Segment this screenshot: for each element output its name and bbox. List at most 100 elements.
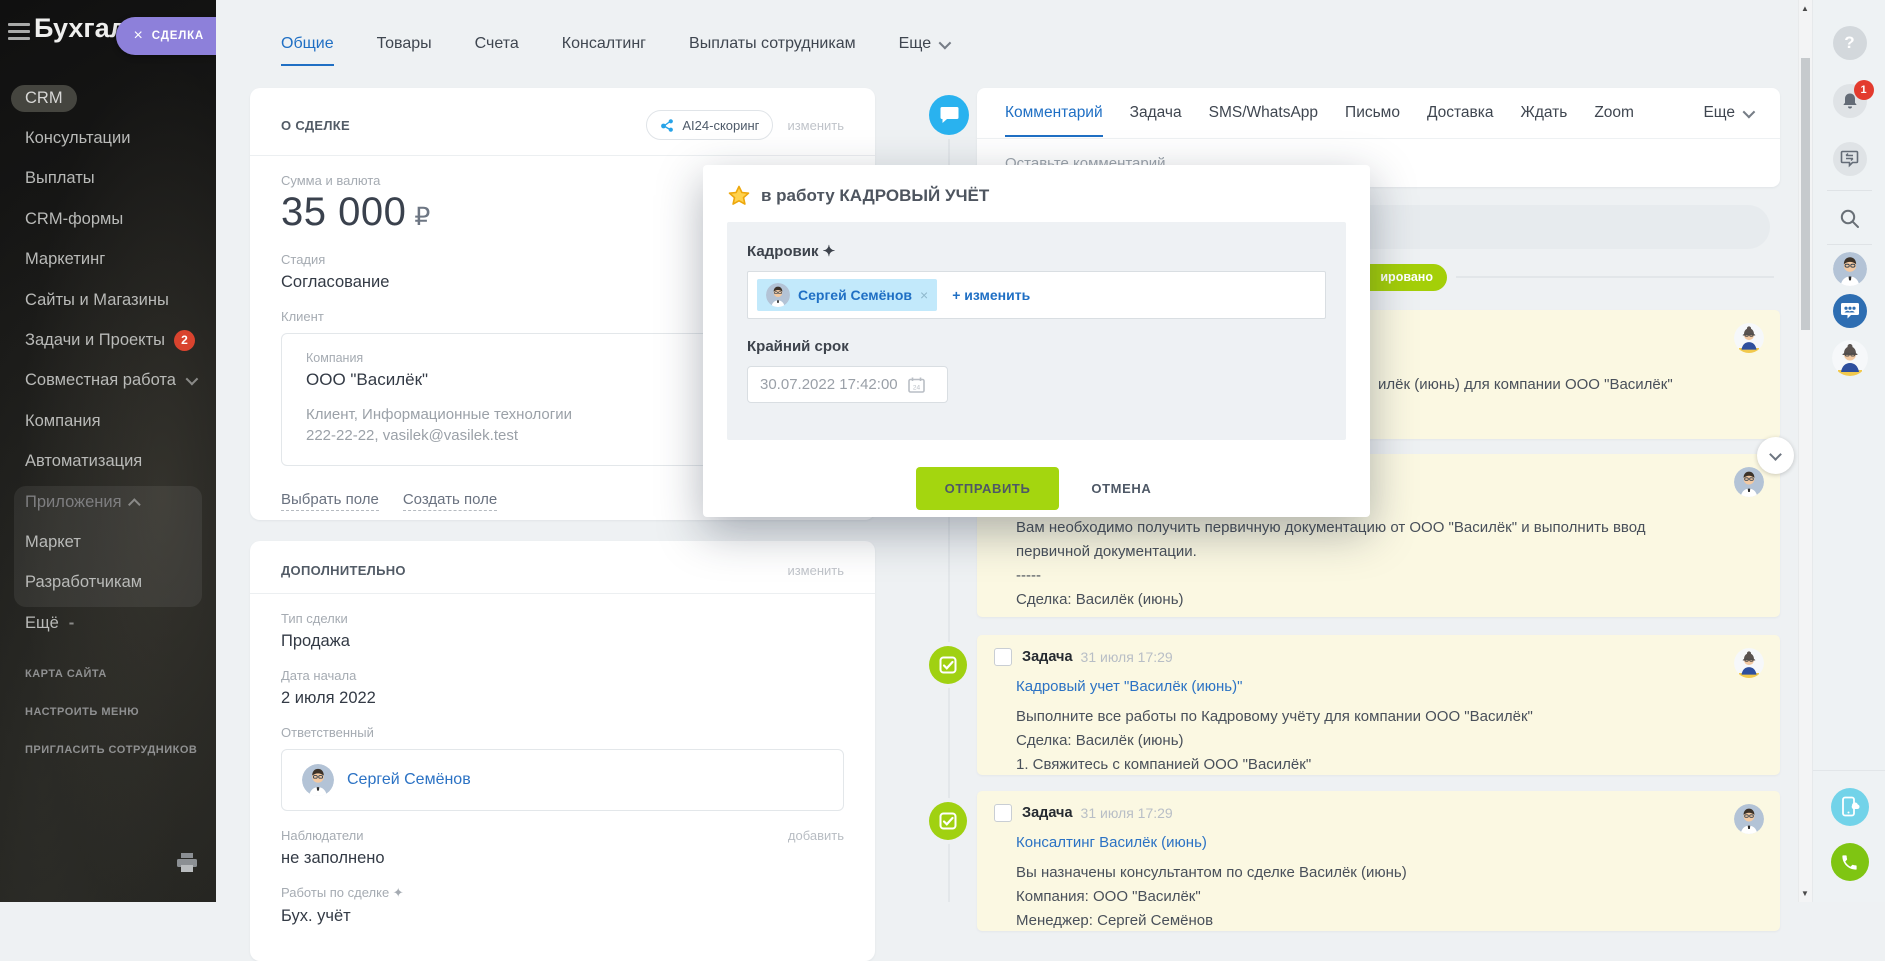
feed-tab-more[interactable]: Еще xyxy=(1703,104,1752,122)
sidebar-item[interactable]: Маркет xyxy=(0,522,216,562)
sidebar-item[interactable]: CRM-формы xyxy=(0,199,216,239)
feed-tab[interactable]: SMS/WhatsApp xyxy=(1209,104,1318,122)
sidebar-item[interactable]: Компания xyxy=(0,401,216,441)
task-start-modal: в работу КАДРОВЫЙ УЧЁТ Кадровик ✦ Сергей… xyxy=(703,165,1370,517)
feed-tab[interactable]: Zoom xyxy=(1594,104,1634,122)
ai-molecule-icon xyxy=(660,118,675,133)
sidebar: Бухгалтер × СДЕЛКА CRMКонсультацииВыплат… xyxy=(0,0,216,902)
responsible-box[interactable]: Сергей Семёнов xyxy=(281,749,844,811)
scrollbar-thumb[interactable] xyxy=(1801,58,1810,330)
chevron-down-icon xyxy=(1769,448,1782,461)
sidebar-item[interactable]: Ещё - xyxy=(0,603,216,643)
task-checkbox[interactable] xyxy=(994,804,1012,822)
task-title-link[interactable]: Консалтинг Василёк (июнь) xyxy=(1016,834,1207,851)
sidebar-item[interactable]: Задачи и Проекты2 xyxy=(0,320,216,360)
responsible-name-link[interactable]: Сергей Семёнов xyxy=(347,771,471,789)
smartphone-cloud-icon xyxy=(1840,796,1860,818)
card-text-line: 1. Свяжитесь с компанией ООО "Василёк" xyxy=(1016,753,1533,777)
sidebar-item[interactable]: CRM xyxy=(0,78,216,118)
sidebar-item[interactable]: Совместная работа xyxy=(0,361,216,401)
message-history-button[interactable] xyxy=(1833,142,1867,176)
scrollbar-down-icon[interactable]: ▼ xyxy=(1801,889,1809,898)
ai-scoring-label: AI24-скоринг xyxy=(682,118,759,133)
close-icon[interactable]: × xyxy=(133,28,142,44)
card-text-line: Вам необходимо получить первичную докуме… xyxy=(1016,516,1716,564)
deal-tab[interactable]: Еще xyxy=(899,35,949,53)
sidebar-item[interactable]: Сайты и Магазины xyxy=(0,280,216,320)
assignee-field[interactable]: Сергей Семёнов × + изменить xyxy=(747,271,1326,319)
deal-tab[interactable]: Консалтинг xyxy=(562,35,646,53)
dash-icon: - xyxy=(69,614,75,633)
avatar[interactable] xyxy=(1833,252,1867,286)
feed-tab[interactable]: Задача xyxy=(1130,104,1182,122)
card-text-line: Компания: ООО "Василёк" xyxy=(1016,885,1407,909)
people-chat-icon xyxy=(1840,302,1860,321)
submit-button[interactable]: ОТПРАВИТЬ xyxy=(916,467,1060,510)
deadline-input[interactable]: 30.07.2022 17:42:00 24 xyxy=(747,366,948,403)
cancel-button[interactable]: ОТМЕНА xyxy=(1085,480,1157,497)
page-scrollbar[interactable]: ▲ ▼ xyxy=(1798,0,1812,902)
start-date-label: Дата начала xyxy=(281,668,844,683)
assignee-name[interactable]: Сергей Семёнов xyxy=(798,287,912,303)
works-label: Работы по сделке ✦ xyxy=(281,885,844,901)
deal-tab[interactable]: Общие xyxy=(281,35,334,53)
sidebar-footer: КАРТА САЙТА НАСТРОИТЬ МЕНЮ ПРИГЛАСИТЬ СО… xyxy=(25,668,197,782)
rail-divider xyxy=(1827,190,1872,191)
deal-tab[interactable]: Товары xyxy=(377,35,432,53)
feed-tab[interactable]: Комментарий xyxy=(1005,104,1103,122)
start-date-value[interactable]: 2 июля 2022 xyxy=(281,689,844,708)
task-title-link[interactable]: Кадровый учет "Василёк (июнь)" xyxy=(1016,678,1242,695)
task-checkbox[interactable] xyxy=(994,648,1012,666)
search-button[interactable] xyxy=(1833,202,1867,236)
sidebar-item[interactable]: Приложения xyxy=(0,482,216,522)
sidebar-item[interactable]: Маркетинг xyxy=(0,240,216,280)
sidebar-item[interactable]: Консультации xyxy=(0,118,216,158)
notifications-button[interactable]: 1 xyxy=(1833,84,1867,118)
assignee-label: Кадровик ✦ xyxy=(747,242,1326,260)
create-field-link[interactable]: Создать поле xyxy=(403,491,497,511)
deal-tab[interactable]: Счета xyxy=(475,35,519,53)
feed-tab[interactable]: Письмо xyxy=(1345,104,1400,122)
change-assignee-link[interactable]: + изменить xyxy=(952,287,1030,303)
help-button[interactable]: ? xyxy=(1833,26,1867,60)
call-button[interactable] xyxy=(1831,843,1869,881)
scrollbar-up-icon[interactable]: ▲ xyxy=(1801,4,1809,13)
deal-type-value[interactable]: Продажа xyxy=(281,632,844,651)
right-toolbar: ? 1 xyxy=(1812,0,1885,902)
sidebar-link-sitemap[interactable]: КАРТА САЙТА xyxy=(25,668,197,680)
sidebar-item[interactable]: Разработчикам xyxy=(0,563,216,603)
watchers-add-link[interactable]: добавить xyxy=(788,828,844,843)
sidebar-link-configure-menu[interactable]: НАСТРОИТЬ МЕНЮ xyxy=(25,706,197,718)
calendar-icon[interactable]: 24 xyxy=(908,377,925,393)
deal-tab[interactable]: Выплаты сотрудникам xyxy=(689,35,856,53)
sidebar-item[interactable]: Выплаты xyxy=(0,159,216,199)
assignee-chip[interactable]: Сергей Семёнов × xyxy=(757,279,937,311)
task-check-icon xyxy=(929,802,967,840)
avatar xyxy=(302,764,334,796)
chevron-down-icon xyxy=(186,373,199,386)
ai-scoring-button[interactable]: AI24-скоринг xyxy=(646,110,773,140)
team-chat-button[interactable] xyxy=(1833,294,1867,328)
chevron-up-icon xyxy=(128,498,141,511)
comment-bubble-icon xyxy=(929,95,969,135)
deal-pill[interactable]: × СДЕЛКА xyxy=(116,17,216,55)
card-type-label: Задача xyxy=(1022,649,1073,665)
extra-edit-link[interactable]: изменить xyxy=(787,563,844,578)
menu-toggle-icon[interactable] xyxy=(8,23,30,44)
avatar[interactable] xyxy=(1832,340,1868,376)
rail-divider xyxy=(1827,244,1872,245)
sidebar-item[interactable]: Автоматизация xyxy=(0,442,216,482)
about-edit-link[interactable]: изменить xyxy=(787,118,844,133)
works-value[interactable]: Бух. учёт xyxy=(281,907,844,926)
card-text-line: Сделка: Василёк (июнь) xyxy=(1016,588,1716,612)
printer-icon[interactable] xyxy=(176,853,198,878)
remove-assignee-icon[interactable]: × xyxy=(920,287,928,303)
scroll-down-button[interactable] xyxy=(1757,437,1794,474)
select-field-link[interactable]: Выбрать поле xyxy=(281,491,379,511)
feed-tab[interactable]: Доставка xyxy=(1427,104,1494,122)
mobile-app-button[interactable] xyxy=(1831,788,1869,826)
sidebar-link-invite[interactable]: ПРИГЛАСИТЬ СОТРУДНИКОВ xyxy=(25,744,197,756)
feed-tab[interactable]: Ждать xyxy=(1521,104,1568,122)
card-type-label: Задача xyxy=(1022,805,1073,821)
deal-type-label: Тип сделки xyxy=(281,611,844,626)
